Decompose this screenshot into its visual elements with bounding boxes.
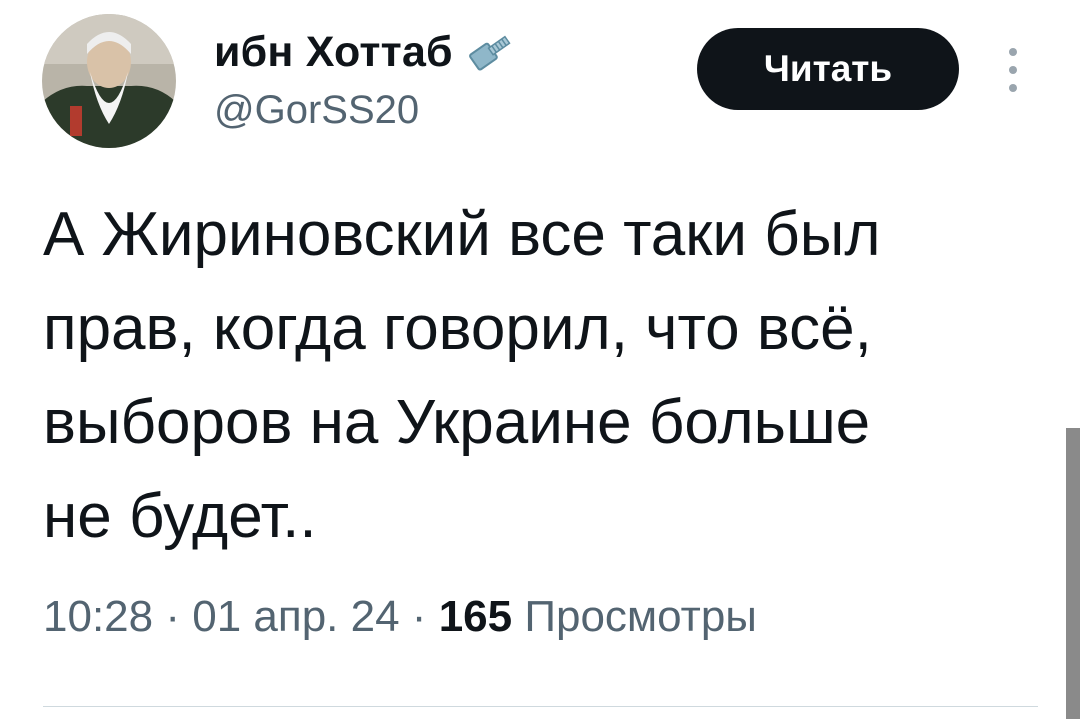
tweet-text-line: А Жириновский все таки был bbox=[43, 200, 881, 269]
tweet-text: А Жириновский все таки был прав, когда г… bbox=[43, 188, 1033, 564]
more-vertical-icon[interactable] bbox=[1000, 40, 1026, 100]
follow-button[interactable]: Читать bbox=[697, 28, 959, 110]
avatar[interactable] bbox=[42, 14, 176, 148]
tweet-meta: 10:28 · 01 апр. 24 · 165 Просмотры bbox=[43, 592, 757, 642]
tweet-text-line: выборов на Украине больше bbox=[43, 388, 871, 457]
meta-separator: · bbox=[411, 592, 427, 641]
tweet-date[interactable]: 01 апр. 24 bbox=[192, 592, 399, 641]
tweet-text-line: не будет.. bbox=[43, 482, 317, 551]
user-handle[interactable]: @GorSS20 bbox=[214, 88, 419, 133]
tweet-text-line: прав, когда говорил, что всё, bbox=[43, 294, 872, 363]
scrollbar[interactable] bbox=[1066, 428, 1080, 719]
views-label[interactable]: Просмотры bbox=[524, 592, 757, 641]
tweet-time[interactable]: 10:28 bbox=[43, 592, 153, 641]
user-display-name[interactable]: ибн Хоттаб bbox=[214, 28, 453, 77]
divider bbox=[43, 706, 1038, 707]
views-count[interactable]: 165 bbox=[439, 592, 512, 641]
user-name-row: ибн Хоттаб bbox=[214, 22, 519, 82]
bolt-icon bbox=[461, 23, 519, 81]
meta-separator: · bbox=[165, 592, 180, 641]
